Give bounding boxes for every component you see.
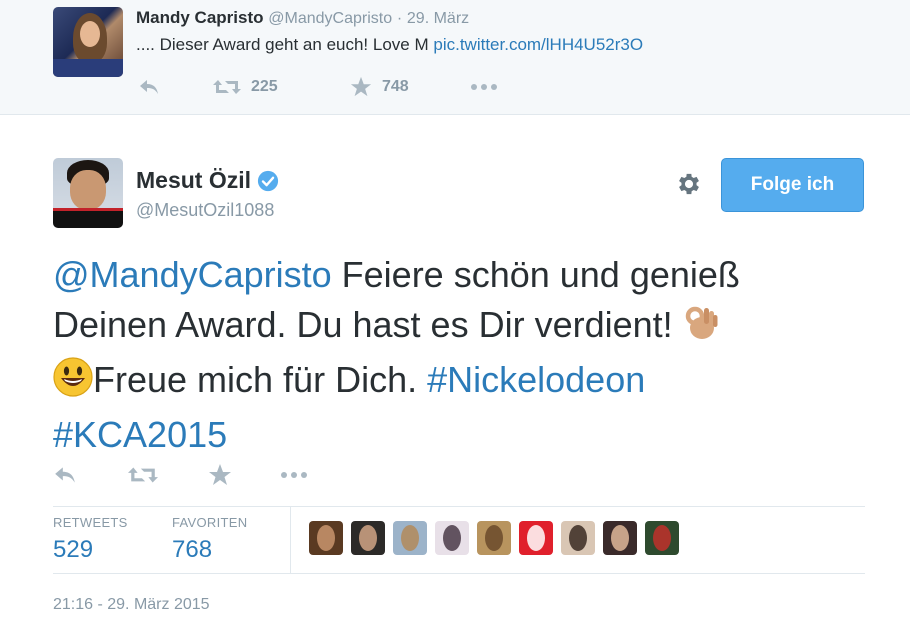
star-icon	[350, 76, 372, 97]
more-button[interactable]	[280, 471, 308, 479]
favoriter-avatars	[309, 521, 687, 555]
favorites-stat[interactable]: FAVORITEN 768	[172, 515, 247, 564]
parent-reply-button[interactable]	[138, 78, 213, 96]
parent-tweet-header: Mandy Capristo @MandyCapristo · 29. März	[136, 8, 469, 28]
stats-top-divider	[53, 506, 865, 507]
parent-tweet-actions: 225 748	[138, 76, 498, 98]
favorites-value: 768	[172, 536, 213, 563]
retweets-label: RETWEETS	[53, 515, 128, 530]
parent-more-button[interactable]	[470, 83, 498, 91]
favorite-button[interactable]	[208, 463, 280, 487]
parent-retweet-count: 225	[251, 78, 278, 95]
tweet-timestamp[interactable]: 21:16 - 29. März 2015	[53, 596, 210, 614]
hashtag-nickelodeon[interactable]: #Nickelodeon	[427, 359, 645, 400]
tweet-actions	[53, 462, 308, 488]
tweet-text-line2: Deinen Award. Du hast es Dir verdient!	[53, 304, 683, 345]
parent-separator: ·	[396, 10, 403, 27]
parent-author-handle[interactable]: @MandyCapristo	[268, 10, 392, 27]
favoriter-avatar-6[interactable]	[519, 521, 553, 555]
tweet-text-line3: Freue mich für Dich.	[93, 359, 428, 400]
favoriter-avatar-5[interactable]	[477, 521, 511, 555]
tweet-stats: RETWEETS 529 FAVORITEN 768	[53, 515, 282, 564]
reply-icon	[140, 80, 158, 94]
favorites-label: FAVORITEN	[172, 515, 248, 530]
mandy-avatar[interactable]	[53, 7, 123, 77]
parent-tweet: Mandy Capristo @MandyCapristo · 29. März…	[0, 0, 910, 115]
mention-link[interactable]: @MandyCapristo	[53, 254, 332, 295]
parent-favorite-button[interactable]: 748	[350, 76, 470, 98]
more-icon	[281, 472, 307, 478]
ok-hand-emoji	[683, 302, 719, 355]
ozil-avatar[interactable]	[53, 158, 123, 228]
favoriter-avatar-7[interactable]	[561, 521, 595, 555]
more-icon	[471, 84, 497, 90]
parent-favorite-count: 748	[382, 78, 409, 95]
reply-button[interactable]	[53, 465, 128, 485]
verified-badge-icon	[257, 170, 279, 191]
tweet-text: @MandyCapristo Feiere schön und genieß D…	[53, 250, 873, 460]
retweets-stat[interactable]: RETWEETS 529	[53, 515, 137, 564]
parent-pic-link[interactable]: pic.twitter.com/lHH4U52r3O	[433, 35, 643, 54]
reply-icon	[55, 467, 75, 483]
parent-retweet-button[interactable]: 225	[213, 78, 350, 96]
favoriter-avatar-4[interactable]	[435, 521, 469, 555]
author-name[interactable]: Mesut Özil	[136, 167, 279, 194]
retweet-icon	[128, 467, 158, 483]
stats-vertical-divider	[290, 507, 291, 573]
hashtag-kca2015[interactable]: #KCA2015	[53, 414, 227, 455]
gear-icon[interactable]	[675, 170, 703, 198]
author-name-text: Mesut Özil	[136, 167, 252, 193]
favoriter-avatar-1[interactable]	[309, 521, 343, 555]
star-icon	[209, 464, 231, 485]
author-handle[interactable]: @MesutOzil1088	[136, 200, 274, 221]
parent-tweet-text: .... Dieser Award geht an euch! Love M p…	[136, 35, 643, 55]
retweet-icon	[213, 80, 241, 94]
favoriter-avatar-2[interactable]	[351, 521, 385, 555]
favoriter-avatar-3[interactable]	[393, 521, 427, 555]
stats-bottom-divider	[53, 573, 865, 574]
parent-author-name[interactable]: Mandy Capristo	[136, 8, 264, 27]
favoriter-avatar-9[interactable]	[645, 521, 679, 555]
parent-date[interactable]: 29. März	[407, 10, 469, 27]
retweets-value: 529	[53, 536, 94, 563]
smiley-emoji	[53, 357, 93, 410]
retweet-button[interactable]	[128, 465, 208, 485]
favoriter-avatar-8[interactable]	[603, 521, 637, 555]
tweet-text-line1: Feiere schön und genieß	[331, 254, 740, 295]
parent-text-body: .... Dieser Award geht an euch! Love M	[136, 35, 434, 54]
follow-button[interactable]: Folge ich	[721, 158, 864, 212]
